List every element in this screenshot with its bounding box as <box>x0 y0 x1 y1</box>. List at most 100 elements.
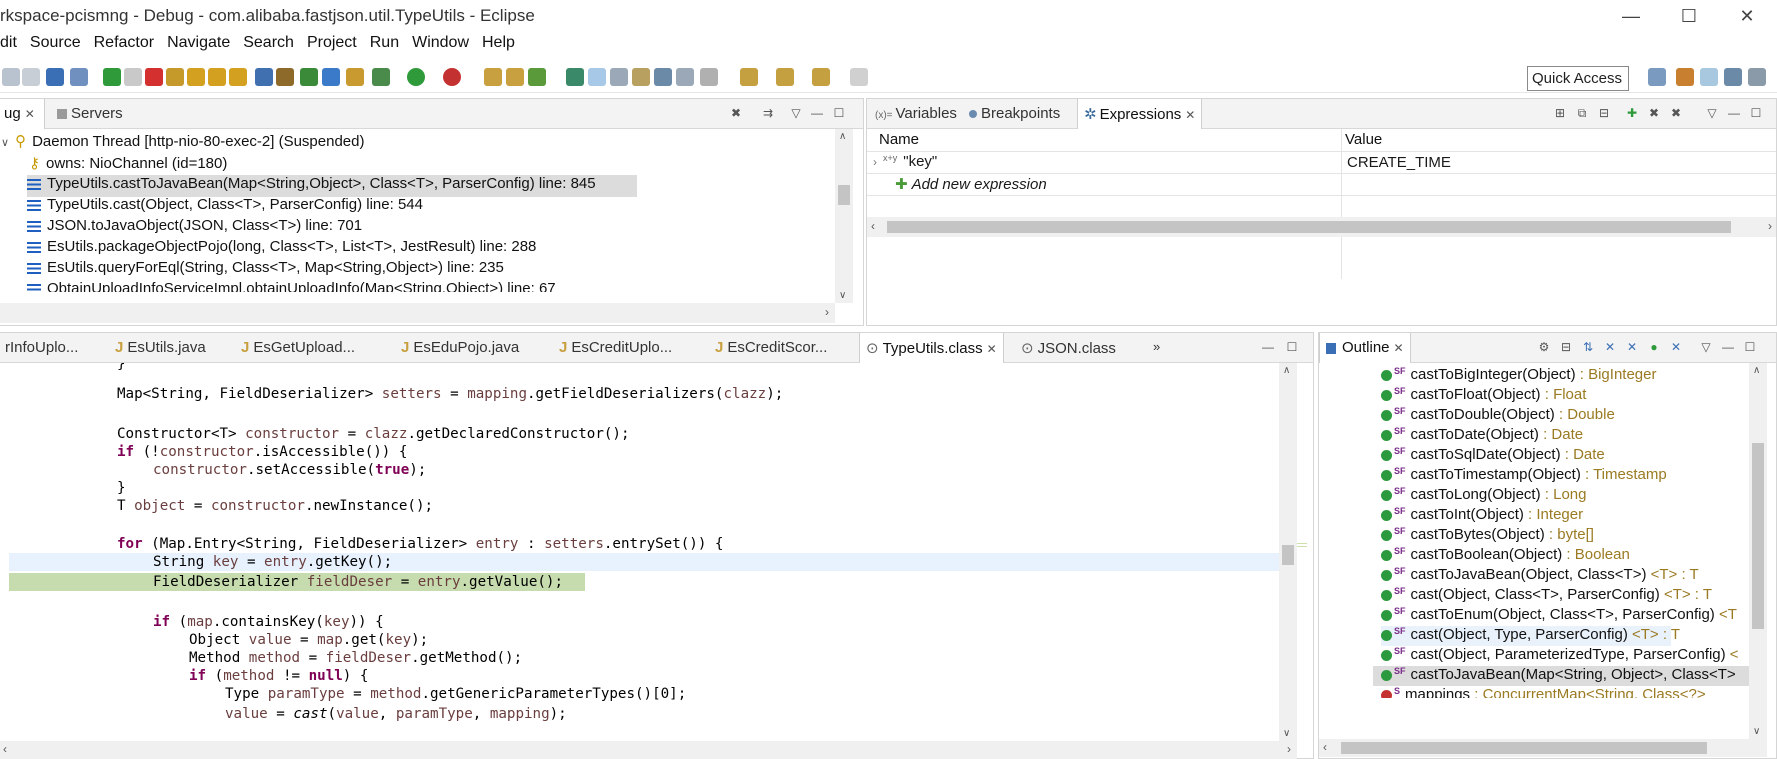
chevron-right-icon[interactable]: › <box>1768 219 1772 233</box>
outline-icon[interactable] <box>322 68 340 86</box>
chevron-right-icon[interactable]: › <box>873 155 877 169</box>
debug-perspective-icon[interactable] <box>1700 68 1718 86</box>
outline-tree[interactable]: SF castToBigInteger(Object) : BigInteger … <box>1319 363 1749 739</box>
chevron-right-icon[interactable]: › <box>825 305 829 319</box>
code-editor[interactable]: } Map<String, FieldDeserializer> setters… <box>0 363 1279 741</box>
menu-navigate[interactable]: Navigate <box>167 34 239 60</box>
collapse-all-icon[interactable]: ⊟ <box>1597 106 1611 120</box>
debug-icon[interactable] <box>372 68 390 86</box>
outline-item[interactable]: SF castToTimestamp(Object) : Timestamp <box>1381 466 1667 486</box>
show-logical-structure-icon[interactable]: ⧉ <box>1575 106 1589 120</box>
mark-occurrences-icon[interactable] <box>588 68 606 86</box>
terminal-icon[interactable] <box>46 68 64 86</box>
minimize-view-icon[interactable]: — <box>1721 340 1735 354</box>
collapse-all-icon[interactable]: ⊟ <box>1559 340 1573 354</box>
add-expression-icon[interactable]: ✚ <box>1625 106 1639 120</box>
horizontal-scrollbar[interactable]: ‹ › <box>0 741 1297 759</box>
tab-debug[interactable]: ug ✕ <box>0 99 45 129</box>
editor-tab-active[interactable]: ⊙ TypeUtils.class ✕ <box>859 333 1004 363</box>
remove-terminated-icon[interactable]: ✖ <box>729 106 743 120</box>
next-annotation-icon[interactable] <box>700 68 718 86</box>
stack-frame-row[interactable]: EsUtils.queryForEql(String, Class<T>, Ma… <box>27 259 504 281</box>
open-folder-icon[interactable] <box>506 68 524 86</box>
view-menu-icon[interactable]: ▽ <box>1705 106 1719 120</box>
search-tool-icon[interactable] <box>528 68 546 86</box>
stack-frame-row[interactable]: TypeUtils.castToJavaBean(Map<String,Obje… <box>27 175 637 197</box>
resume-icon[interactable] <box>103 68 121 86</box>
save-icon[interactable] <box>2 68 20 86</box>
external-tools-icon[interactable] <box>443 68 461 86</box>
overview-ruler-mark[interactable] <box>1297 543 1307 547</box>
editor-tab[interactable]: J EsGetUpload... <box>235 333 361 363</box>
menu-run[interactable]: Run <box>370 34 408 60</box>
tab-expressions[interactable]: ✲ Expressions ✕ <box>1077 99 1203 129</box>
outline-item[interactable]: SF castToLong(Object) : Long <box>1381 486 1586 506</box>
scrollbar-thumb[interactable] <box>1341 742 1707 754</box>
resource-perspective-icon[interactable] <box>1748 68 1766 86</box>
more-tabs-button[interactable]: » <box>1147 333 1166 363</box>
team-perspective-icon[interactable] <box>1724 68 1742 86</box>
view-menu-icon[interactable]: ▽ <box>1699 340 1713 354</box>
drop-to-frame-icon[interactable] <box>255 68 273 86</box>
use-step-filters-icon[interactable] <box>276 68 294 86</box>
chevron-down-icon[interactable]: ∨ <box>1753 726 1760 737</box>
outline-item[interactable]: SF castToFloat(Object) : Float <box>1381 386 1586 406</box>
horizontal-scrollbar[interactable]: ‹ <box>1319 739 1767 757</box>
chevron-down-icon[interactable]: ∨ <box>839 290 846 301</box>
hide-static-icon[interactable]: ✕ <box>1603 340 1617 354</box>
menu-refactor[interactable]: Refactor <box>94 34 163 60</box>
column-header-value[interactable]: Value <box>1339 129 1388 151</box>
menu-search[interactable]: Search <box>243 34 303 60</box>
save-all-icon[interactable] <box>22 68 40 86</box>
minimize-view-icon[interactable]: — <box>1727 106 1741 120</box>
outline-item[interactable]: SF castToDouble(Object) : Double <box>1381 406 1615 426</box>
open-perspective-icon[interactable] <box>1648 68 1666 86</box>
chevron-up-icon[interactable]: ∧ <box>839 131 846 142</box>
step-over-icon[interactable] <box>208 68 226 86</box>
outline-item[interactable]: SF castToBoolean(Object) : Boolean <box>1381 546 1630 566</box>
editor-tab[interactable]: rInfoUplo... <box>0 333 84 363</box>
horizontal-scrollbar[interactable]: › <box>0 303 835 323</box>
close-icon[interactable]: ✕ <box>25 107 35 121</box>
scrollbar-thumb[interactable] <box>1752 443 1764 629</box>
last-edit-icon[interactable] <box>740 68 758 86</box>
outline-item-highlighted[interactable]: SF cast(Object, Type, ParserConfig) <T> :… <box>1381 626 1680 646</box>
back-icon[interactable] <box>776 68 794 86</box>
run-icon[interactable] <box>407 68 425 86</box>
open-type-icon[interactable] <box>300 68 318 86</box>
outline-item[interactable]: SF castToInt(Object) : Integer <box>1381 506 1583 526</box>
editor-tab[interactable]: J EsUtils.java <box>109 333 212 363</box>
word-wrap-icon[interactable] <box>654 68 672 86</box>
stack-frame-row[interactable]: TypeUtils.cast(Object, Class<T>, ParserC… <box>27 196 423 218</box>
minimize-view-icon[interactable]: — <box>810 106 824 120</box>
disconnect-icon[interactable] <box>166 68 184 86</box>
minimize-button[interactable]: — <box>1616 4 1646 28</box>
forward-icon[interactable] <box>850 68 868 86</box>
maximize-view-icon[interactable]: ☐ <box>1749 106 1763 120</box>
outline-item[interactable]: SF cast(Object, Class<T>, ParserConfig) <… <box>1381 586 1712 606</box>
toggle-block-icon[interactable] <box>610 68 628 86</box>
close-icon[interactable]: ✕ <box>1394 341 1404 355</box>
outline-item[interactable]: SF castToDate(Object) : Date <box>1381 426 1583 446</box>
owns-row[interactable]: ⚷ owns: NioChannel (id=180) <box>29 154 227 176</box>
maximize-view-icon[interactable]: ☐ <box>832 106 846 120</box>
hide-local-types-icon[interactable]: ● <box>1647 340 1661 354</box>
tab-servers[interactable]: Servers <box>51 99 129 129</box>
collapse-all-icon[interactable]: ⇉ <box>761 106 775 120</box>
outline-item[interactable]: Smappings : ConcurrentMap<String, Class<… <box>1381 686 1706 698</box>
outline-item[interactable]: SF castToBigInteger(Object) : BigInteger <box>1381 366 1656 386</box>
step-into-icon[interactable] <box>187 68 205 86</box>
scrollbar-thumb[interactable] <box>1282 545 1294 565</box>
outline-item[interactable]: SF castToBytes(Object) : byte[] <box>1381 526 1594 546</box>
vertical-scrollbar[interactable]: ∧ ∨ <box>1749 363 1767 739</box>
pin-icon[interactable] <box>676 68 694 86</box>
scrollbar-thumb[interactable] <box>887 221 1731 233</box>
chevron-left-icon[interactable]: ‹ <box>871 219 875 233</box>
step-return-icon[interactable] <box>229 68 247 86</box>
java-perspective-icon[interactable] <box>1676 68 1694 86</box>
chevron-up-icon[interactable]: ∧ <box>1753 365 1760 376</box>
vertical-scrollbar[interactable]: ∧ ∨ <box>1279 363 1297 741</box>
minimize-view-icon[interactable]: — <box>1261 340 1275 354</box>
remove-expression-icon[interactable]: ✖ <box>1647 106 1661 120</box>
menu-edit[interactable]: dit <box>0 34 26 60</box>
